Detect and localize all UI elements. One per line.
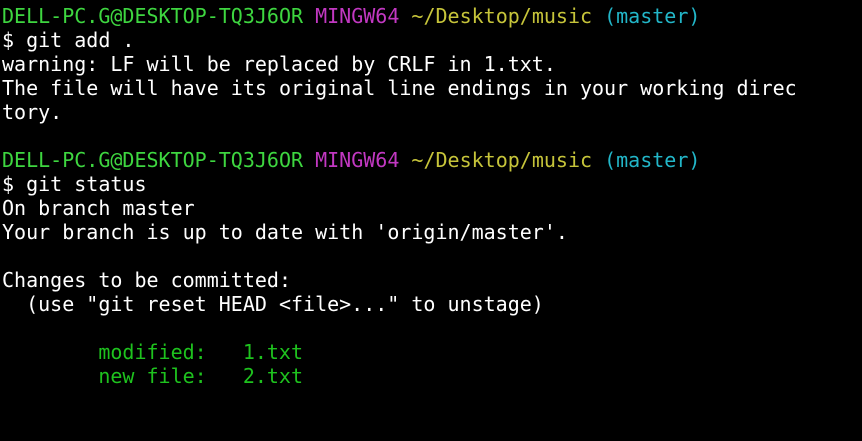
file-name: 2.txt (242, 364, 304, 388)
prompt-branch: (master) (604, 4, 701, 28)
unstage-hint: (use "git reset HEAD <file>..." to unsta… (26, 292, 544, 316)
output-line: warning: LF will be replaced by CRLF in … (2, 52, 556, 76)
prompt-user-host: DELL-PC.G@DESKTOP-TQ3J6OR (2, 148, 304, 172)
status-branch-line: On branch master (2, 196, 195, 220)
terminal-window[interactable]: DELL-PC.G@DESKTOP-TQ3J6OR MINGW64 ~/Desk… (0, 0, 862, 441)
staged-file-row: new file: 2.txt (2, 364, 862, 388)
output-line: tory. (2, 100, 63, 124)
file-name: 1.txt (242, 340, 304, 364)
file-state: new file: (98, 364, 207, 388)
output-line: The file will have its original line end… (2, 76, 797, 100)
terminal-output: DELL-PC.G@DESKTOP-TQ3J6OR MINGW64 ~/Desk… (2, 4, 862, 388)
file-state: modified: (98, 340, 207, 364)
prompt-user-host: DELL-PC.G@DESKTOP-TQ3J6OR (2, 4, 304, 28)
command-line: $ git status (2, 172, 147, 196)
prompt-path: ~/Desktop/music (411, 148, 593, 172)
prompt-line: DELL-PC.G@DESKTOP-TQ3J6OR MINGW64 ~/Desk… (2, 148, 862, 172)
command-line: $ git add . (2, 28, 135, 52)
prompt-line: DELL-PC.G@DESKTOP-TQ3J6OR MINGW64 ~/Desk… (2, 4, 862, 28)
staged-file-row: modified: 1.txt (2, 340, 862, 364)
prompt-env: MINGW64 (315, 4, 400, 28)
status-up-to-date-line: Your branch is up to date with 'origin/m… (2, 220, 568, 244)
prompt-branch: (master) (604, 148, 701, 172)
prompt-env: MINGW64 (315, 148, 400, 172)
prompt-path: ~/Desktop/music (411, 4, 593, 28)
changes-header: Changes to be committed: (2, 268, 291, 292)
